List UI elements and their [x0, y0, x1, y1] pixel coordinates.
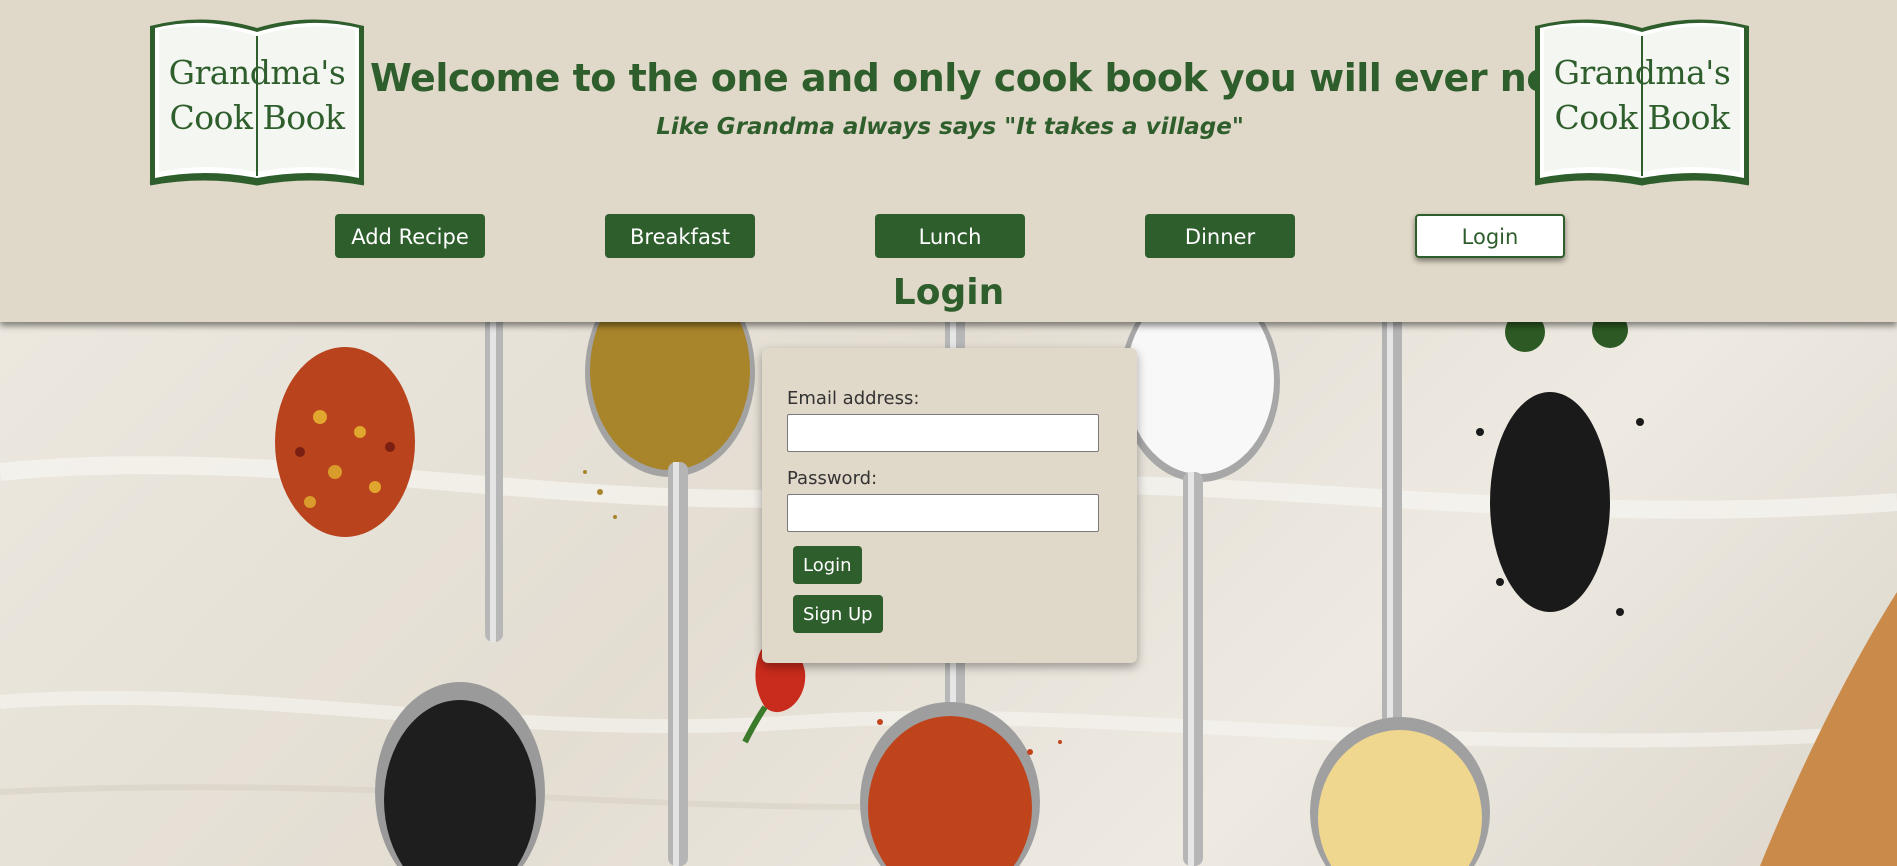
login-submit-button[interactable]: Login: [793, 546, 862, 584]
email-label: Email address:: [787, 388, 920, 409]
login-form-card: Email address: Password: Login Sign Up: [762, 348, 1137, 663]
logo-line-2: Cook Book: [1554, 98, 1730, 137]
nav-breakfast-button[interactable]: Breakfast: [605, 214, 755, 258]
logo-line-1: Grandma's: [168, 53, 346, 92]
cookbook-logo[interactable]: Grandma's Cook Book: [146, 16, 368, 191]
password-label: Password:: [787, 468, 878, 489]
cookbook-logo[interactable]: Grandma's Cook Book: [1531, 16, 1753, 191]
page-title: Login: [892, 272, 1005, 313]
nav-add-recipe-button[interactable]: Add Recipe: [335, 214, 485, 258]
sign-up-button[interactable]: Sign Up: [793, 595, 883, 633]
logo-line-2: Cook Book: [169, 98, 345, 137]
email-input[interactable]: [787, 414, 1099, 452]
nav-dinner-button[interactable]: Dinner: [1145, 214, 1295, 258]
logo-line-1: Grandma's: [1553, 53, 1731, 92]
welcome-headline: Welcome to the one and only cook book yo…: [370, 56, 1621, 100]
password-input[interactable]: [787, 494, 1099, 532]
tagline: Like Grandma always says "It takes a vil…: [656, 114, 1244, 140]
site-header: Grandma's Cook Book Welcome to the one a…: [0, 0, 1897, 322]
nav-lunch-button[interactable]: Lunch: [875, 214, 1025, 258]
nav-login-button[interactable]: Login: [1415, 214, 1565, 258]
